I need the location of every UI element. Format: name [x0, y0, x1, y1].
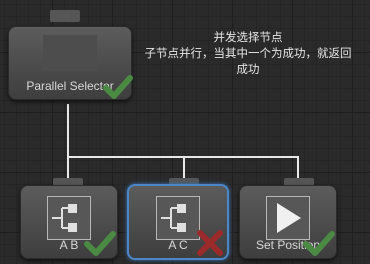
node-comment: 并发选择节点 子节点并行，当其中一个为成功，就返回 成功	[130, 30, 366, 78]
comment-line: 子节点并行，当其中一个为成功，就返回	[144, 48, 352, 60]
comment-line: 成功	[236, 64, 260, 76]
connection-root-down	[67, 104, 69, 158]
connection-child-1	[67, 156, 69, 178]
success-check-icon	[103, 75, 133, 99]
set-position-node[interactable]: Set Position	[239, 185, 337, 259]
sequence-node-a-b[interactable]: A B	[20, 185, 118, 259]
success-check-icon	[84, 231, 116, 256]
connection-child-3	[297, 156, 299, 178]
success-check-icon	[303, 231, 335, 256]
comment-line: 并发选择节点	[213, 32, 283, 44]
failure-x-icon	[197, 230, 223, 256]
connection-child-2	[183, 156, 185, 178]
root-input-port[interactable]	[50, 10, 80, 22]
sequence-node-a-c[interactable]: A C	[127, 184, 229, 260]
sequence-icon	[156, 196, 200, 240]
parallel-selector-node[interactable]: Parallel Selector	[8, 26, 133, 100]
parallel-selector-icon	[43, 35, 97, 71]
